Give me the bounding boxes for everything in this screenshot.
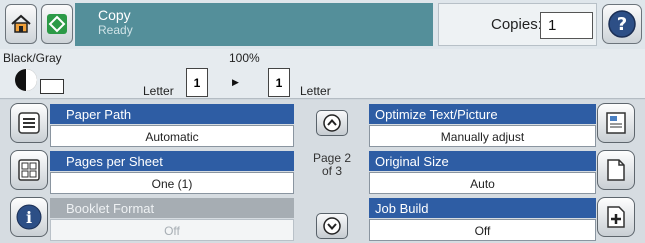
optimize-value: Manually adjust: [369, 125, 596, 147]
app-title: Copy: [98, 7, 131, 23]
page-indicator-line2: of 3: [321, 164, 342, 178]
svg-text:?: ?: [617, 14, 627, 35]
job-build-button[interactable]: [597, 197, 635, 237]
page-icon: [607, 159, 625, 181]
pages-per-sheet-value: One (1): [50, 172, 294, 194]
status-text: Ready: [98, 23, 133, 37]
home-icon: [11, 14, 31, 33]
paper-path-label: Paper Path: [50, 104, 294, 124]
paper-path-setting[interactable]: Paper Path Automatic: [50, 104, 294, 149]
paper-path-value: Automatic: [50, 125, 294, 147]
job-build-value: Off: [369, 219, 596, 241]
color-mode-label: Black/Gray: [3, 51, 62, 65]
copies-input[interactable]: 1: [540, 12, 593, 39]
booklet-format-label: Booklet Format: [50, 198, 294, 218]
page-indicator: Page 2 of 3: [300, 152, 364, 178]
scroll-up-button[interactable]: [316, 110, 348, 136]
booklet-format-button[interactable]: i: [10, 197, 48, 237]
top-bar: Copy Ready Copies: 1 ?: [0, 0, 645, 49]
optimize-label: Optimize Text/Picture: [369, 104, 596, 124]
chevron-down-icon: [323, 217, 341, 235]
source-size-label: Letter: [143, 84, 174, 98]
home-button[interactable]: [5, 4, 37, 44]
booklet-format-value: Off: [50, 219, 294, 241]
help-button[interactable]: ?: [602, 4, 642, 44]
pages-per-sheet-label: Pages per Sheet: [50, 151, 294, 171]
source-count: 1: [186, 68, 208, 97]
copy-app-button[interactable]: [41, 4, 73, 44]
black-gray-icon: [15, 69, 37, 91]
scale-label: 100%: [229, 51, 260, 65]
original-size-value: Auto: [369, 172, 596, 194]
dest-count: 1: [268, 68, 290, 97]
page-orientation-icon: [40, 79, 64, 94]
help-icon: ?: [608, 10, 636, 38]
booklet-format-setting: Booklet Format Off: [50, 198, 294, 243]
document-image-icon: [606, 112, 626, 134]
optimize-setting[interactable]: Optimize Text/Picture Manually adjust: [369, 104, 596, 149]
scroll-down-button[interactable]: [316, 213, 348, 239]
chevron-up-icon: [323, 114, 341, 132]
copy-icon: [47, 14, 67, 34]
job-build-setting[interactable]: Job Build Off: [369, 198, 596, 243]
settings-panel: Paper Path Automatic Pages per Sheet One…: [0, 100, 645, 243]
copies-label: Copies:: [491, 16, 542, 33]
add-page-icon: [607, 206, 625, 228]
original-size-label: Original Size: [369, 151, 596, 171]
pages-per-sheet-setting[interactable]: Pages per Sheet One (1): [50, 151, 294, 196]
pages-per-sheet-button[interactable]: [10, 150, 48, 190]
original-size-button[interactable]: [597, 150, 635, 190]
arrow-right-icon: ▶: [232, 77, 239, 87]
paper-path-button[interactable]: [10, 103, 48, 143]
dest-size-label: Letter: [300, 84, 331, 98]
info-icon: i: [16, 204, 42, 230]
original-size-setting[interactable]: Original Size Auto: [369, 151, 596, 196]
copies-control: Copies: 1: [438, 3, 597, 46]
optimize-button[interactable]: [597, 103, 635, 143]
status-strip: Copy Ready: [75, 3, 433, 46]
svg-text:i: i: [26, 208, 32, 227]
job-build-label: Job Build: [369, 198, 596, 218]
paper-path-icon: [18, 112, 40, 134]
pages-per-sheet-icon: [18, 159, 40, 181]
copy-preview: Black/Gray 100% Letter 1 ▶ 1 Letter: [0, 49, 645, 99]
